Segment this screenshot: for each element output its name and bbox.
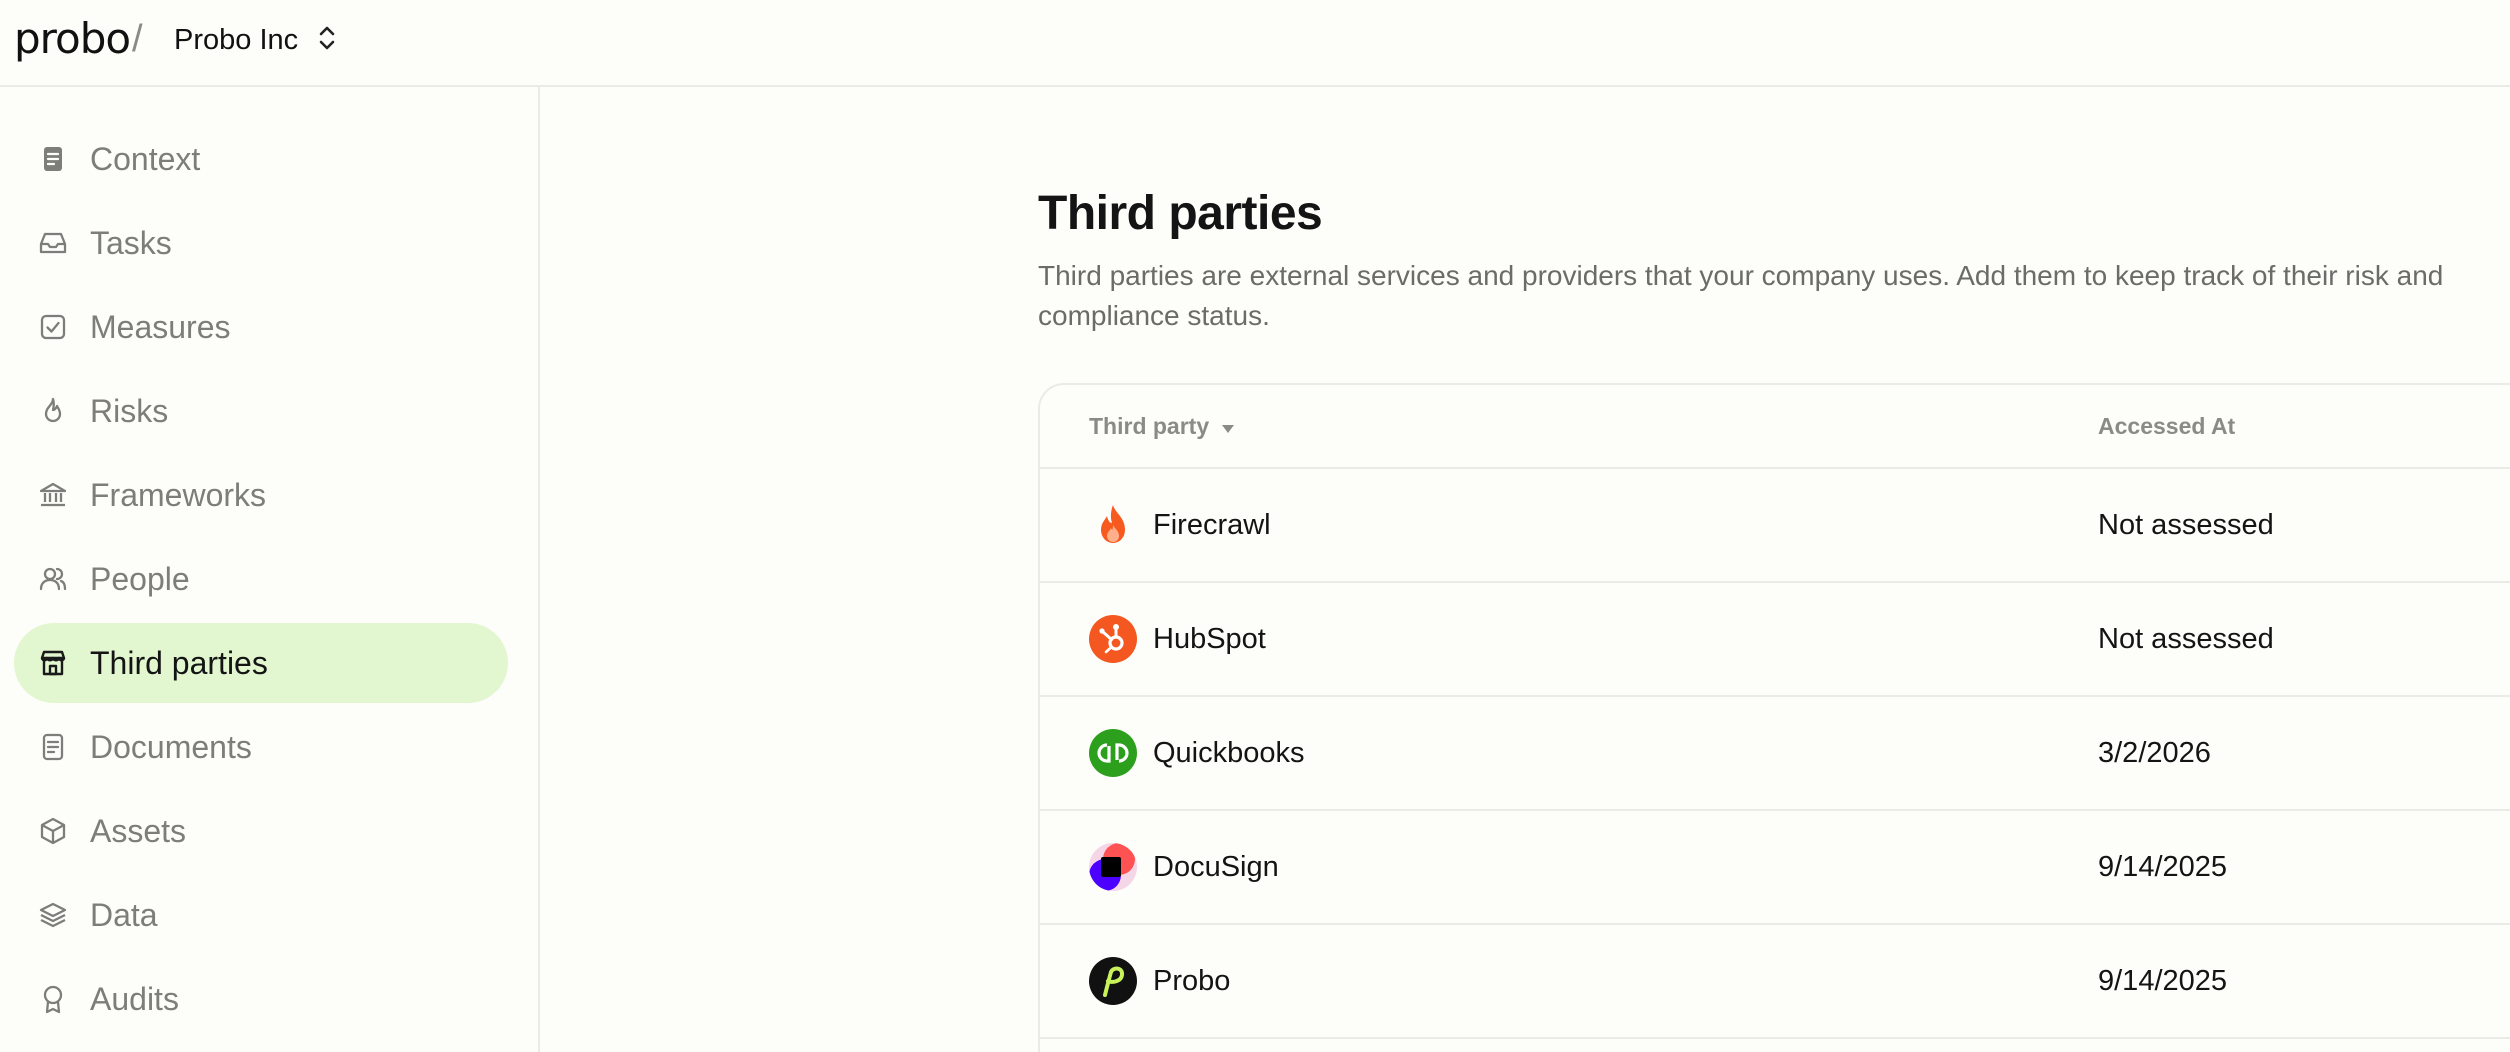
sidebar-item-label: Frameworks (90, 476, 267, 513)
accessed-at-cell: Not assessed (2098, 508, 2274, 541)
top-bar: probo / Probo Inc (0, 0, 2510, 87)
vendor-name: Quickbooks (1153, 736, 1305, 769)
vendor-cell: Firecrawl (1089, 469, 1271, 581)
sidebar-item-documents[interactable]: Documents (14, 707, 508, 787)
column-header-label: Third party (1089, 413, 1210, 439)
chevron-up-down-icon (316, 23, 338, 58)
table-row[interactable]: DocuSign 9/14/2025 (1040, 811, 2510, 925)
accessed-at-cell: Not assessed (2098, 622, 2274, 655)
organization-name: Probo Inc (174, 23, 299, 56)
sidebar-item-label: Context (90, 140, 201, 177)
table-row[interactable]: Firecrawl Not assessed (1040, 469, 2510, 583)
bank-icon (38, 480, 68, 510)
vendor-name: Firecrawl (1153, 508, 1271, 541)
sidebar-item-label: Documents (90, 728, 252, 765)
flame-icon (38, 396, 68, 426)
column-header-third-party[interactable]: Third party (1089, 413, 1235, 440)
sidebar-item-label: Measures (90, 308, 231, 345)
accessed-at-cell: 3/2/2026 (2098, 736, 2211, 769)
accessed-at-cell: 9/14/2025 (2098, 964, 2228, 997)
check-square-icon (38, 312, 68, 342)
sidebar-item-audits[interactable]: Audits (14, 959, 508, 1039)
sidebar-item-label: Audits (90, 980, 179, 1017)
column-header-accessed-at[interactable]: Accessed At (2098, 413, 2235, 440)
accessed-at-cell: 9/14/2025 (2098, 850, 2228, 883)
table-row[interactable]: HubSpot Not assessed (1040, 583, 2510, 697)
sidebar: Context Tasks Measures Risks Frameworks … (0, 87, 540, 1052)
vendor-name: DocuSign (1153, 850, 1279, 883)
quickbooks-logo-icon (1089, 729, 1137, 777)
third-parties-table: Third party Accessed At Firecrawl Not as… (1038, 383, 2510, 1052)
sidebar-item-label: Tasks (90, 224, 172, 261)
sidebar-item-label: Data (90, 896, 158, 933)
document-icon (38, 144, 68, 174)
table-row[interactable]: Quickbooks 3/2/2026 (1040, 697, 2510, 811)
vendor-name: Probo (1153, 964, 1231, 997)
organization-switcher[interactable]: Probo Inc (174, 20, 338, 60)
page-description: Third parties are external services and … (1038, 260, 2444, 331)
sidebar-item-assets[interactable]: Assets (14, 791, 508, 871)
sidebar-item-tasks[interactable]: Tasks (14, 203, 508, 283)
vendor-cell: DocuSign (1089, 811, 1279, 923)
vendor-cell: HubSpot (1089, 583, 1266, 695)
table-row[interactable]: Probo 9/14/2025 (1040, 925, 2510, 1039)
table-header: Third party Accessed At (1040, 385, 2510, 469)
breadcrumb-separator: / (132, 18, 143, 60)
firecrawl-logo-icon (1089, 501, 1137, 549)
vendor-name: HubSpot (1153, 622, 1266, 655)
sidebar-item-label: People (90, 560, 190, 597)
inbox-icon (38, 228, 68, 258)
sidebar-item-people[interactable]: People (14, 539, 508, 619)
sort-desc-icon (1221, 413, 1235, 440)
sidebar-item-context[interactable]: Context (14, 119, 508, 199)
award-icon (38, 984, 68, 1014)
docusign-logo-icon (1089, 843, 1137, 891)
probo-logo[interactable]: probo (14, 14, 131, 63)
cube-icon (38, 816, 68, 846)
vendor-cell: Probo (1089, 925, 1230, 1037)
page-title: Third parties (1038, 187, 1323, 240)
probo-logo-icon (1089, 957, 1137, 1005)
sidebar-item-risks[interactable]: Risks (14, 371, 508, 451)
sidebar-item-measures[interactable]: Measures (14, 287, 508, 367)
layers-icon (38, 900, 68, 930)
sidebar-item-label: Assets (90, 812, 187, 849)
vendor-cell: Quickbooks (1089, 697, 1305, 809)
sidebar-item-frameworks[interactable]: Frameworks (14, 455, 508, 535)
sidebar-item-third-parties[interactable]: Third parties (14, 623, 508, 703)
users-icon (38, 564, 68, 594)
hubspot-logo-icon (1089, 615, 1137, 663)
sidebar-item-label: Risks (90, 392, 169, 429)
storefront-icon (38, 648, 68, 678)
sidebar-item-label: Third parties (90, 644, 268, 681)
file-text-icon (38, 732, 68, 762)
sidebar-item-data[interactable]: Data (14, 875, 508, 955)
